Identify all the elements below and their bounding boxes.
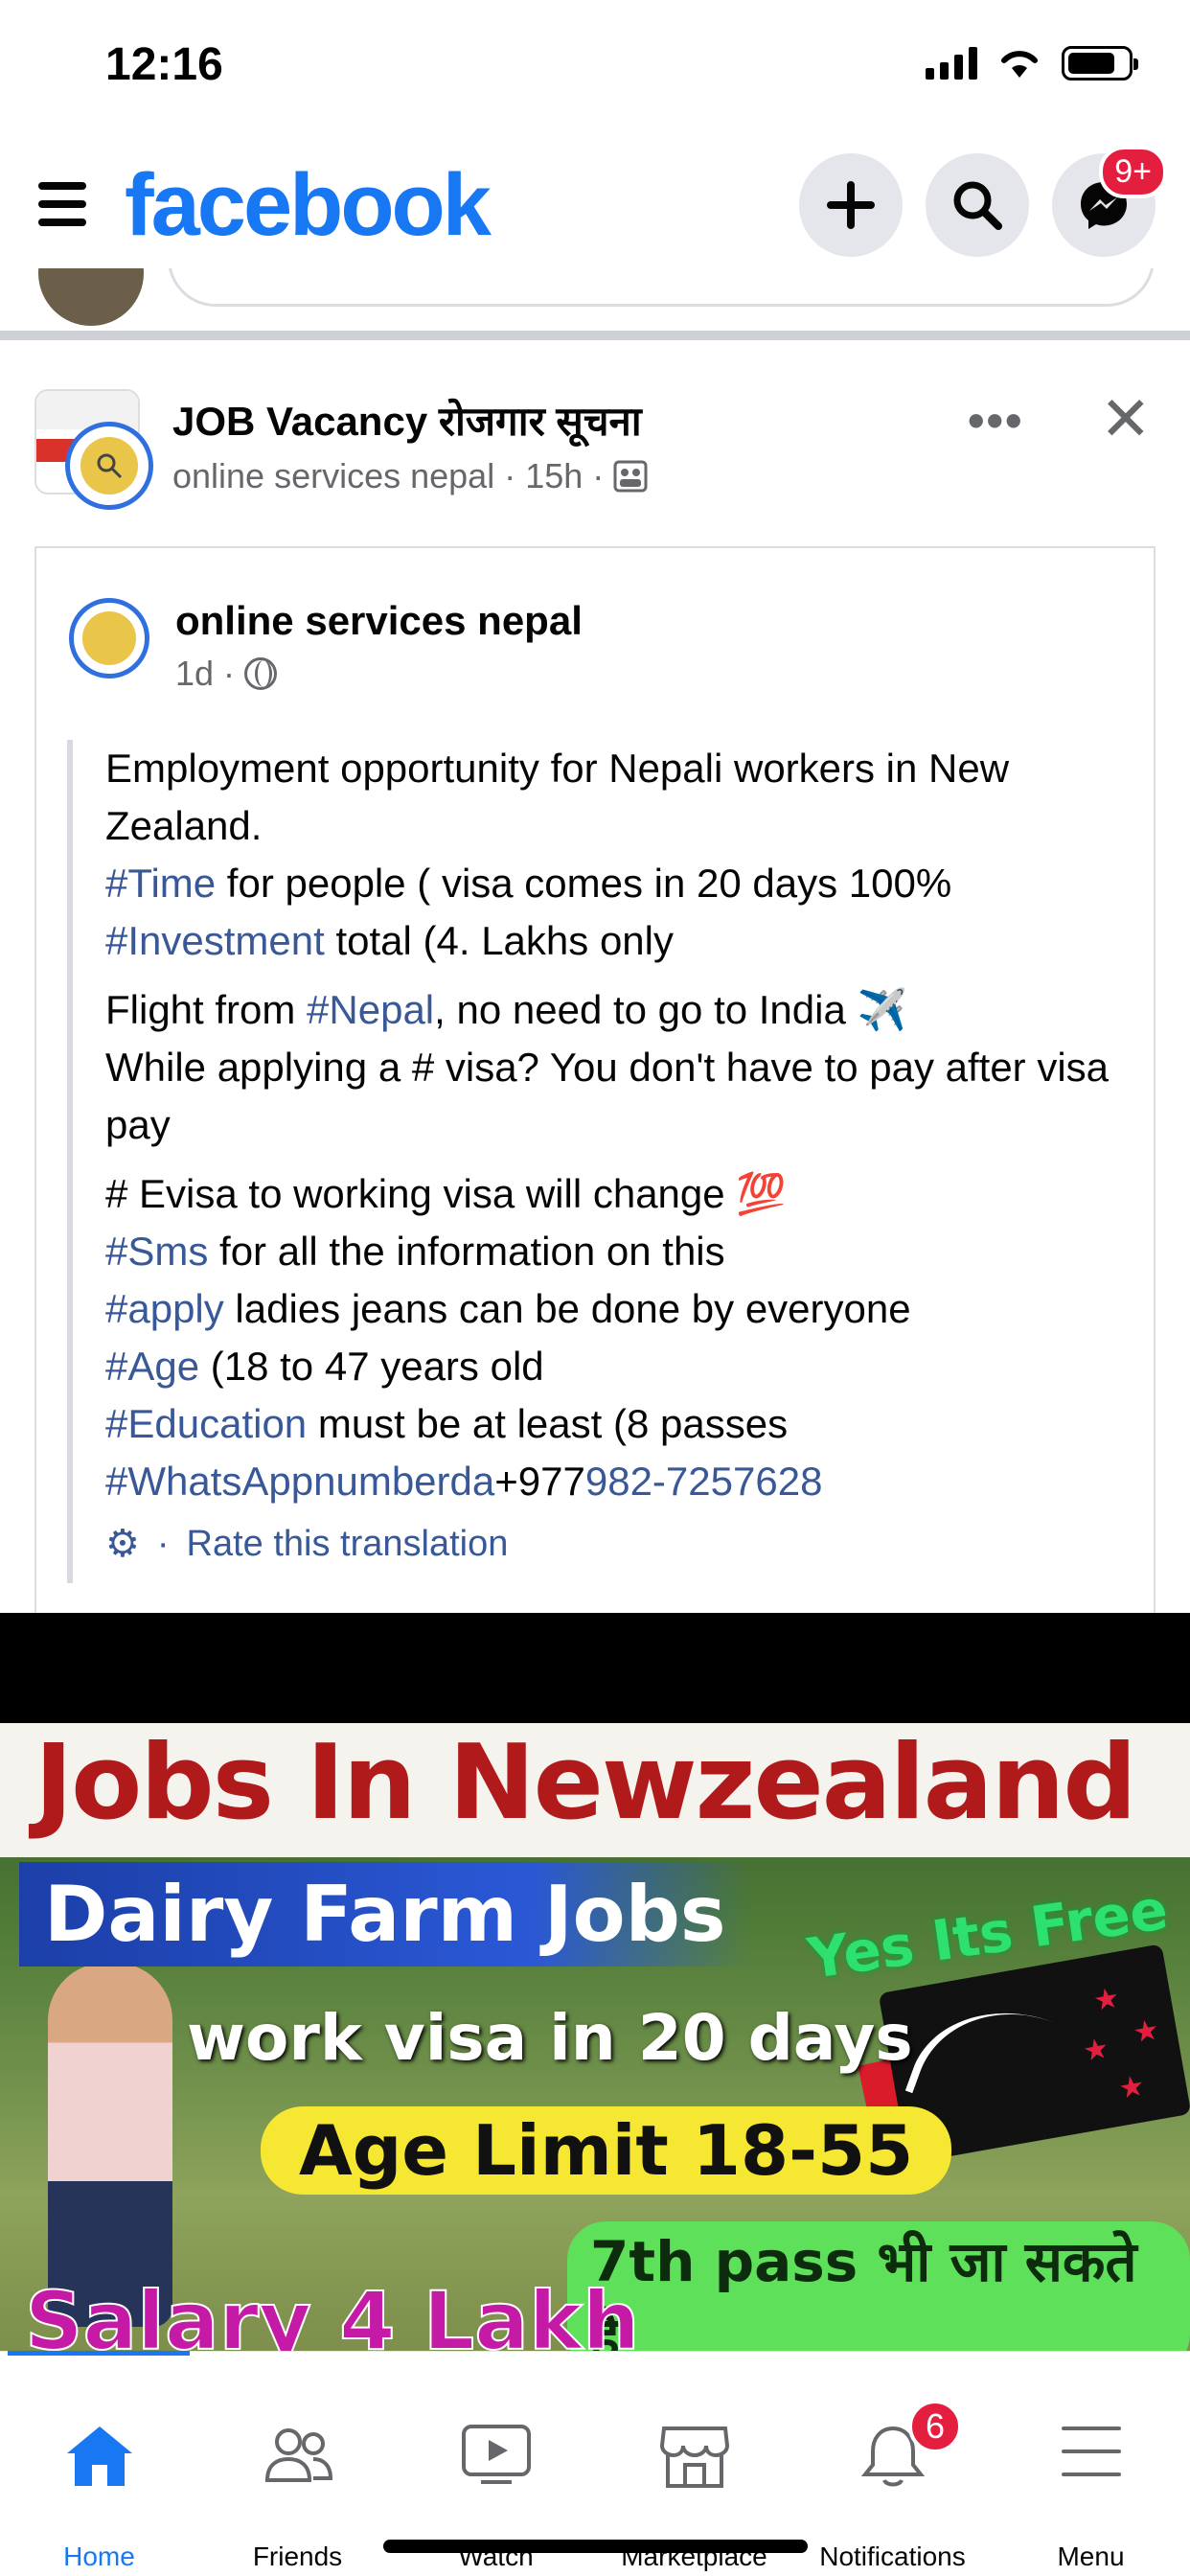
tab-label: Home [63, 2542, 135, 2571]
marketplace-icon [659, 2426, 729, 2488]
text-segment: # Evisa to working visa will change 💯 [105, 1171, 787, 1216]
search-button[interactable] [926, 153, 1029, 257]
text-segment: (18 to 47 years old [199, 1344, 544, 1389]
notification-badge: 6 [908, 2400, 962, 2453]
menu-icon [1061, 2426, 1121, 2476]
hashtag-link[interactable]: #Investment [105, 918, 325, 963]
composer-peek [0, 268, 1190, 335]
app-header: facebook 9+ [0, 144, 1190, 268]
feed-divider [0, 331, 1190, 340]
home-indicator [383, 2540, 808, 2553]
globe-icon [244, 657, 278, 690]
text-segment: , no need to go to India ✈️ [434, 987, 907, 1032]
post-text-line: # Evisa to working visa will change 💯 [105, 1165, 1131, 1223]
shared-post-card[interactable]: online services nepal 1d · Employment op… [34, 546, 1156, 1620]
more-options-icon[interactable]: ••• [968, 393, 1024, 448]
hashtag-link[interactable]: #Education [105, 1401, 307, 1446]
search-icon [953, 181, 1002, 230]
text-segment: Flight from [105, 987, 308, 1032]
composer-input[interactable] [168, 268, 1155, 307]
home-icon [66, 2426, 132, 2486]
tab-label: Menu [1057, 2542, 1125, 2571]
rate-translation-row[interactable]: ⚙ · Rate this translation [105, 1522, 1131, 1566]
image-salary-text: Salary 4 Lakh [24, 2273, 641, 2351]
post-meta: online services nepal · 15h · [172, 456, 648, 496]
group-audience-icon [613, 460, 648, 493]
text-segment: +977 [494, 1459, 585, 1504]
group-name[interactable]: JOB Vacancy रोजगार सूचना [172, 393, 642, 448]
status-time: 12:16 [105, 39, 223, 90]
facebook-logo[interactable]: facebook [125, 155, 492, 256]
text-segment: for people ( visa comes in 20 days 100% [216, 861, 952, 906]
text-segment: must be at least (8 passes [307, 1401, 789, 1446]
post-text-line: #Age (18 to 47 years old [105, 1338, 1131, 1395]
text-segment: While applying a # visa? You don't have … [105, 1045, 1110, 1147]
tab-friends[interactable]: Friends [198, 2352, 397, 2576]
post-author[interactable]: online services nepal [172, 456, 494, 496]
status-icons [926, 46, 1138, 80]
wifi-icon [1001, 51, 1038, 78]
close-icon[interactable]: ✕ [1100, 383, 1152, 455]
hashtag-link[interactable]: #Age [105, 1344, 199, 1389]
job-ad-image: ★ ★ ★ ★ Jobs In Newzealand Dairy Farm Jo… [0, 1723, 1190, 2351]
create-button[interactable] [799, 153, 903, 257]
post-text-line: #Investment total (4. Lakhs only [105, 912, 1131, 970]
translated-post-body: Employment opportunity for Nepali worker… [67, 740, 1131, 1583]
post-text-line: #Sms for all the information on this [105, 1223, 1131, 1280]
status-bar: 12:16 [0, 0, 1190, 125]
shared-page-avatar[interactable] [69, 598, 149, 678]
text-segment: total (4. Lakhs only [324, 918, 674, 963]
tab-label: Friends [252, 2542, 343, 2571]
signal-icon [926, 47, 977, 80]
shared-meta: 1d · [175, 654, 278, 694]
shared-author[interactable]: online services nepal [175, 598, 583, 644]
hashtag-link[interactable]: #Nepal [307, 987, 434, 1032]
post-header: JOB Vacancy रोजगार सूचना online services… [0, 383, 1190, 518]
hashtag-link[interactable]: #Sms [105, 1229, 208, 1274]
post-text-line: While applying a # visa? You don't have … [105, 1039, 1131, 1154]
hashtag-link[interactable]: #Time [105, 861, 216, 906]
post-text-line: #Education must be at least (8 passes [105, 1395, 1131, 1453]
rate-translation-link[interactable]: Rate this translation [187, 1524, 509, 1565]
separator-dot: · [592, 456, 605, 495]
tab-home[interactable]: Home [0, 2352, 198, 2576]
messenger-badge: 9+ [1099, 146, 1167, 198]
post-text-line: Flight from #Nepal, no need to go to Ind… [105, 981, 1131, 1039]
gear-icon[interactable]: ⚙ [105, 1522, 140, 1566]
hashtag-link[interactable]: #apply [105, 1286, 224, 1331]
page-avatar[interactable] [65, 422, 153, 510]
image-age-limit: Age Limit 18-55 [261, 2106, 952, 2195]
hashtag-link[interactable]: #WhatsAppnumberda [105, 1459, 494, 1504]
watch-icon [461, 2425, 531, 2484]
post-time[interactable]: 15h [525, 456, 583, 496]
post-text-line: #apply ladies jeans can be done by every… [105, 1280, 1131, 1338]
woman-figure [48, 1963, 172, 2327]
post-image[interactable]: ★ ★ ★ ★ Jobs In Newzealand Dairy Farm Jo… [0, 1613, 1190, 2351]
post-text: Employment opportunity for Nepali worker… [105, 740, 1131, 1510]
post-text-line: Employment opportunity for Nepali worker… [105, 740, 1131, 855]
tab-label: Notifications [819, 2542, 966, 2571]
image-dairy-text: Dairy Farm Jobs [19, 1862, 751, 1966]
image-title: Jobs In Newzealand [34, 1723, 1137, 1843]
text-segment: Employment opportunity for Nepali worker… [105, 746, 1010, 848]
separator-dot: · [504, 456, 516, 495]
text-segment: for all the information on this [208, 1229, 725, 1274]
battery-icon [1062, 46, 1138, 80]
hamburger-menu-icon[interactable] [38, 182, 86, 226]
image-work-visa-text: work visa in 20 days [187, 2001, 913, 2075]
image-pass-text: 7th pass भी जा सकते हैं [567, 2221, 1190, 2351]
shared-time[interactable]: 1d [175, 654, 214, 694]
avatar [38, 268, 144, 326]
friends-icon [264, 2428, 332, 2482]
post-text-line: #WhatsAppnumberda+977982-7257628 [105, 1453, 1131, 1510]
plus-icon [827, 181, 875, 229]
text-segment: ladies jeans can be done by everyone [223, 1286, 911, 1331]
tab-notifications[interactable]: 6 Notifications [793, 2352, 992, 2576]
tab-menu[interactable]: Menu [992, 2352, 1190, 2576]
post-text-line: #Time for people ( visa comes in 20 days… [105, 855, 1131, 912]
messenger-button[interactable]: 9+ [1052, 146, 1167, 257]
hashtag-link[interactable]: 982-7257628 [585, 1459, 823, 1504]
